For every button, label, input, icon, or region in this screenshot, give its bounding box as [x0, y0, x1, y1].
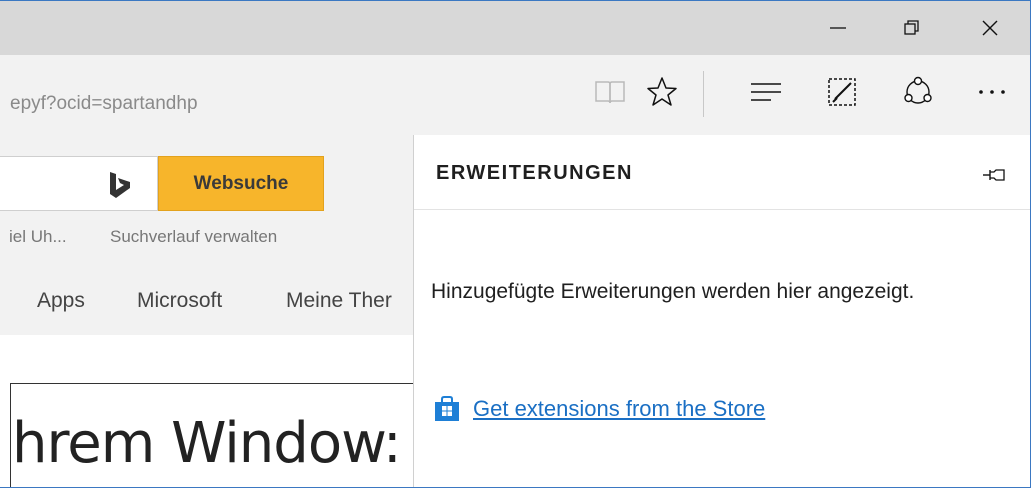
- bing-icon: [110, 172, 130, 198]
- pane-divider: [414, 209, 1030, 210]
- star-icon: [647, 77, 677, 106]
- search-input[interactable]: [0, 156, 158, 211]
- nav-link-meine-themen[interactable]: Meine Ther: [286, 289, 392, 313]
- title-bar: [0, 1, 1030, 55]
- page-heading: hrem Window:: [12, 411, 402, 476]
- store-icon: [435, 396, 459, 421]
- toolbar-separator: [703, 71, 704, 117]
- web-note-icon: [828, 78, 856, 106]
- reading-view-button[interactable]: [586, 67, 634, 117]
- pin-pane-button[interactable]: [980, 161, 1008, 189]
- divider: [10, 383, 413, 384]
- book-icon: [595, 81, 625, 104]
- share-icon: [904, 76, 932, 104]
- nav-link-apps[interactable]: Apps: [37, 289, 85, 313]
- close-icon: [982, 20, 998, 36]
- restore-icon: [904, 20, 919, 35]
- minimize-icon: [830, 27, 846, 29]
- close-button[interactable]: [966, 1, 1014, 55]
- more-icon: [979, 90, 1005, 94]
- minimize-button[interactable]: [814, 1, 862, 55]
- get-extensions-link-label[interactable]: Get extensions from the Store: [473, 396, 765, 422]
- manage-history-link[interactable]: Suchverlauf verwalten: [110, 227, 277, 247]
- more-button[interactable]: [968, 67, 1016, 117]
- empty-state-message: Hinzugefügte Erweiterungen werden hier a…: [431, 280, 915, 303]
- browser-window: epyf?ocid=spartandhp Websuche iel Uh... …: [0, 0, 1031, 488]
- address-bar-text[interactable]: epyf?ocid=spartandhp: [10, 93, 198, 115]
- hub-button[interactable]: [742, 67, 790, 117]
- restore-button[interactable]: [888, 1, 936, 55]
- pane-title: ERWEITERUNGEN: [436, 162, 633, 184]
- get-extensions-link[interactable]: Get extensions from the Store: [433, 395, 765, 423]
- share-button[interactable]: [894, 67, 942, 117]
- divider-vertical: [10, 383, 11, 487]
- web-note-button[interactable]: [818, 67, 866, 117]
- history-item-link[interactable]: iel Uh...: [9, 227, 67, 247]
- nav-link-microsoft[interactable]: Microsoft: [137, 289, 222, 313]
- extensions-pane: ERWEITERUNGEN Hinzugefügte Erweiterungen…: [413, 135, 1030, 487]
- browser-toolbar: epyf?ocid=spartandhp: [0, 55, 1030, 135]
- web-search-button[interactable]: Websuche: [158, 156, 324, 211]
- web-page-content: Websuche iel Uh... Suchverlauf verwalten…: [0, 135, 413, 487]
- favorite-button[interactable]: [638, 67, 686, 117]
- pin-icon: [983, 169, 1005, 181]
- hub-icon: [751, 83, 781, 101]
